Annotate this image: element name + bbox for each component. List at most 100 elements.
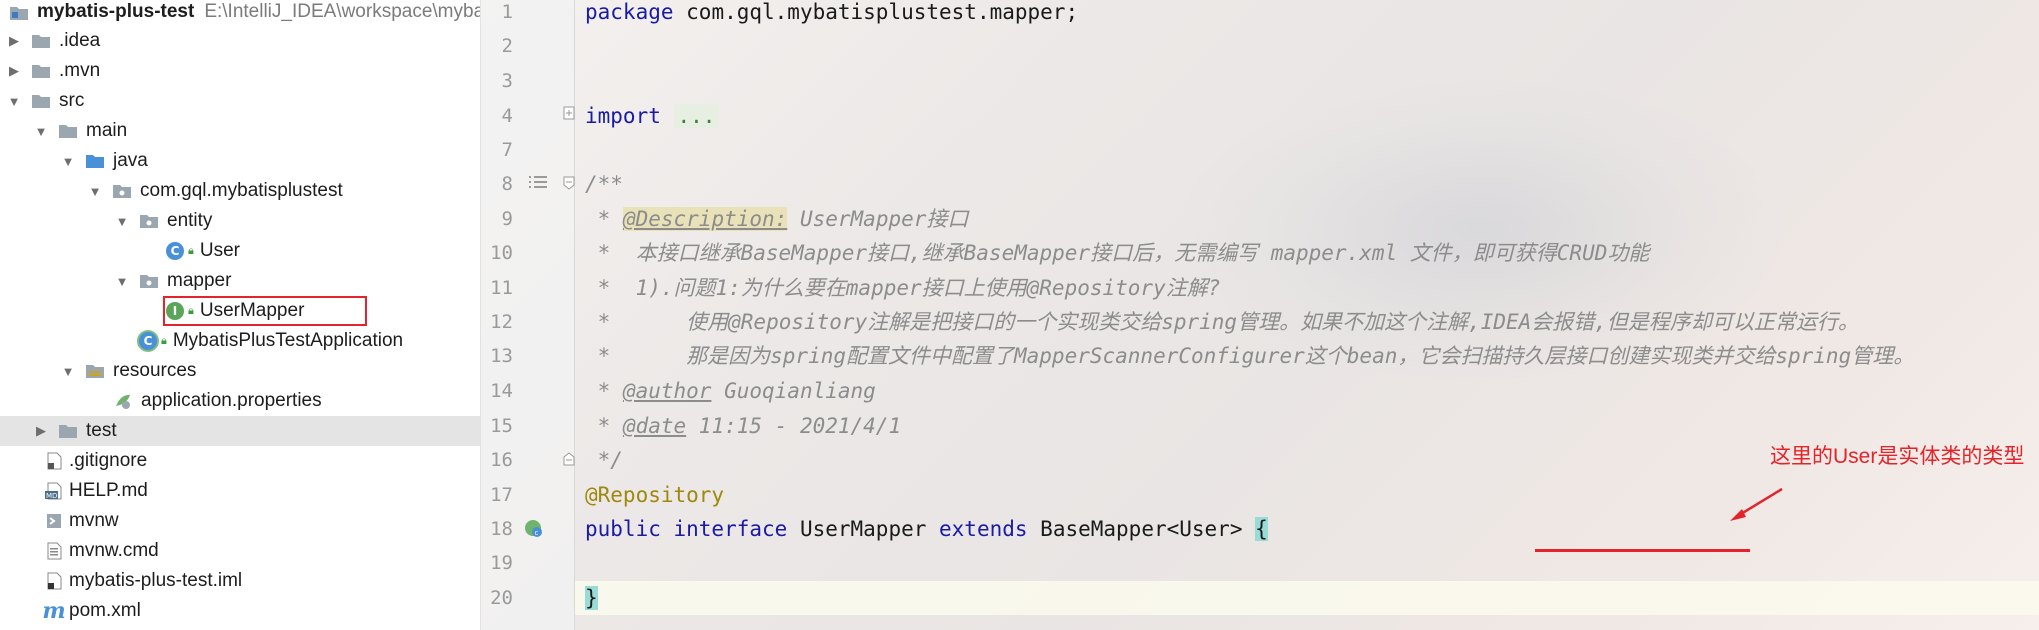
tree-item-application-class[interactable]: C 🔒︎ MybatisPlusTestApplication — [0, 326, 480, 356]
line-number: 16 — [490, 449, 513, 471]
tree-item-iml[interactable]: mybatis-plus-test.iml — [0, 566, 480, 596]
code-editor[interactable]: 1 2 3 4 7 8 9 10 11 12 13 14 15 16 17 18… — [481, 0, 2039, 630]
properties-file-icon — [112, 391, 134, 411]
code-line-20: } — [585, 581, 598, 615]
tree-root-label: mybatis-plus-test — [37, 1, 195, 22]
highlight-box — [163, 296, 367, 326]
fold-minus-icon[interactable] — [563, 176, 575, 190]
line-number: 8 — [501, 173, 513, 195]
fold-plus-icon[interactable] — [563, 106, 575, 120]
matched-brace: { — [1255, 517, 1268, 541]
tree-item-help-md[interactable]: MD HELP.md — [0, 476, 480, 506]
tree-item-user[interactable]: C 🔒︎ User — [0, 236, 480, 266]
tree-item-mvnw-cmd[interactable]: mvnw.cmd — [0, 536, 480, 566]
collapse-arrow-icon[interactable]: ▼ — [114, 214, 130, 229]
tree-item-mapper[interactable]: ▼ mapper — [0, 266, 480, 296]
spring-bean-icon[interactable]: c — [523, 518, 545, 540]
code-line-4: import ... — [585, 99, 720, 133]
package-icon — [138, 271, 160, 291]
line-number: 1 — [501, 1, 513, 23]
tree-root[interactable]: mybatis-plus-test E:\IntelliJ_IDEA\works… — [0, 0, 480, 27]
code-text: Guoqianliang — [711, 379, 876, 403]
maven-icon: m — [42, 598, 66, 624]
editor-gutter: 1 2 3 4 7 8 9 10 11 12 13 14 15 16 17 18… — [481, 0, 575, 630]
code-text: BaseMapper<User> — [1027, 517, 1256, 541]
spring-boot-class-icon: C — [139, 332, 157, 350]
tree-item-mvn[interactable]: ▶ .mvn — [0, 56, 480, 86]
folder-icon — [30, 91, 52, 111]
tree-item-mvnw[interactable]: mvnw — [0, 506, 480, 536]
collapse-arrow-icon[interactable]: ▼ — [114, 274, 130, 289]
tree-item-label: pom.xml — [69, 600, 141, 621]
tree-item-main[interactable]: ▼ main — [0, 116, 480, 146]
tree-item-label: java — [113, 150, 148, 171]
tree-item-test[interactable]: ▶ test — [0, 416, 480, 446]
project-tree-panel: mybatis-plus-test E:\IntelliJ_IDEA\works… — [0, 0, 481, 630]
collapse-arrow-icon[interactable]: ▼ — [60, 364, 76, 379]
line-number: 9 — [501, 208, 513, 230]
collapse-arrow-icon[interactable]: ▼ — [60, 154, 76, 169]
collapse-arrow-icon[interactable]: ▼ — [87, 184, 103, 199]
tree-item-label: application.properties — [141, 390, 322, 411]
class-icon: C — [166, 242, 184, 260]
expand-arrow-icon[interactable]: ▶ — [6, 63, 22, 79]
red-underline — [1535, 549, 1750, 552]
expand-arrow-icon[interactable]: ▶ — [33, 423, 49, 439]
code-line-8: /** — [585, 172, 623, 196]
tree-item-gitignore[interactable]: .gitignore — [0, 446, 480, 476]
code-text: com.gql.mybatisplustest.mapper; — [673, 0, 1079, 24]
tree-item-entity[interactable]: ▼ entity — [0, 206, 480, 236]
line-number: 18 — [490, 518, 513, 540]
tree-item-pom-xml[interactable]: m pom.xml — [0, 596, 480, 626]
collapse-arrow-icon[interactable]: ▼ — [33, 124, 49, 139]
expand-arrow-icon[interactable]: ▶ — [6, 33, 22, 49]
tree-item-idea[interactable]: ▶ .idea — [0, 26, 480, 56]
line-number: 20 — [490, 587, 513, 609]
tree-item-application-properties[interactable]: application.properties — [0, 386, 480, 416]
render-doc-icon[interactable] — [528, 175, 548, 191]
text-file-icon — [45, 451, 63, 471]
code-line-16: */ — [585, 448, 623, 472]
code-line-14: * @author Guoqianliang — [585, 374, 876, 408]
keyword: import — [585, 104, 661, 128]
fold-end-icon[interactable] — [563, 452, 575, 466]
tree-item-label: mvnw.cmd — [69, 540, 159, 561]
svg-text:c: c — [535, 529, 539, 537]
code-text: * — [585, 207, 623, 231]
tree-item-label: .mvn — [59, 60, 101, 81]
tree-item-package[interactable]: ▼ com.gql.mybatisplustest — [0, 176, 480, 206]
callout-arrow-icon — [1730, 487, 1783, 521]
line-number: 2 — [501, 35, 513, 57]
tree-item-label: src — [59, 90, 85, 111]
matched-brace: } — [585, 586, 598, 610]
tree-item-src[interactable]: ▼ src — [0, 86, 480, 116]
code-text: UserMapper — [787, 517, 940, 541]
line-number: 11 — [490, 277, 513, 299]
code-text: * — [585, 414, 623, 438]
tree-item-label: MybatisPlusTestApplication — [172, 330, 404, 351]
lock-icon: 🔒︎ — [161, 334, 167, 347]
svg-text:MD: MD — [46, 492, 57, 500]
line-number: 12 — [490, 311, 513, 333]
tree-item-label: mapper — [167, 270, 232, 291]
tree-item-java[interactable]: ▼ java — [0, 146, 480, 176]
keyword: public interface — [585, 517, 788, 541]
tree-item-label: entity — [167, 210, 213, 231]
module-folder-icon — [8, 2, 30, 22]
collapse-arrow-icon[interactable]: ▼ — [6, 94, 22, 109]
package-icon — [111, 181, 133, 201]
code-line-17: @Repository — [585, 483, 725, 507]
current-line-highlight — [575, 581, 2039, 615]
callout-text: 这里的User是实体类的类型 — [1770, 445, 2025, 468]
source-folder-icon — [84, 151, 106, 171]
line-number: 19 — [490, 552, 513, 574]
code-text: * — [585, 379, 623, 403]
doc-tag: @date — [622, 414, 687, 438]
tree-item-resources[interactable]: ▼ resources — [0, 356, 480, 386]
tree-item-label: resources — [113, 360, 197, 381]
resources-folder-icon — [84, 361, 106, 381]
folded-imports[interactable]: ... — [673, 104, 720, 128]
line-number: 14 — [490, 380, 513, 402]
tree-item-label: mvnw — [69, 510, 119, 531]
tree-item-label: main — [86, 120, 128, 141]
